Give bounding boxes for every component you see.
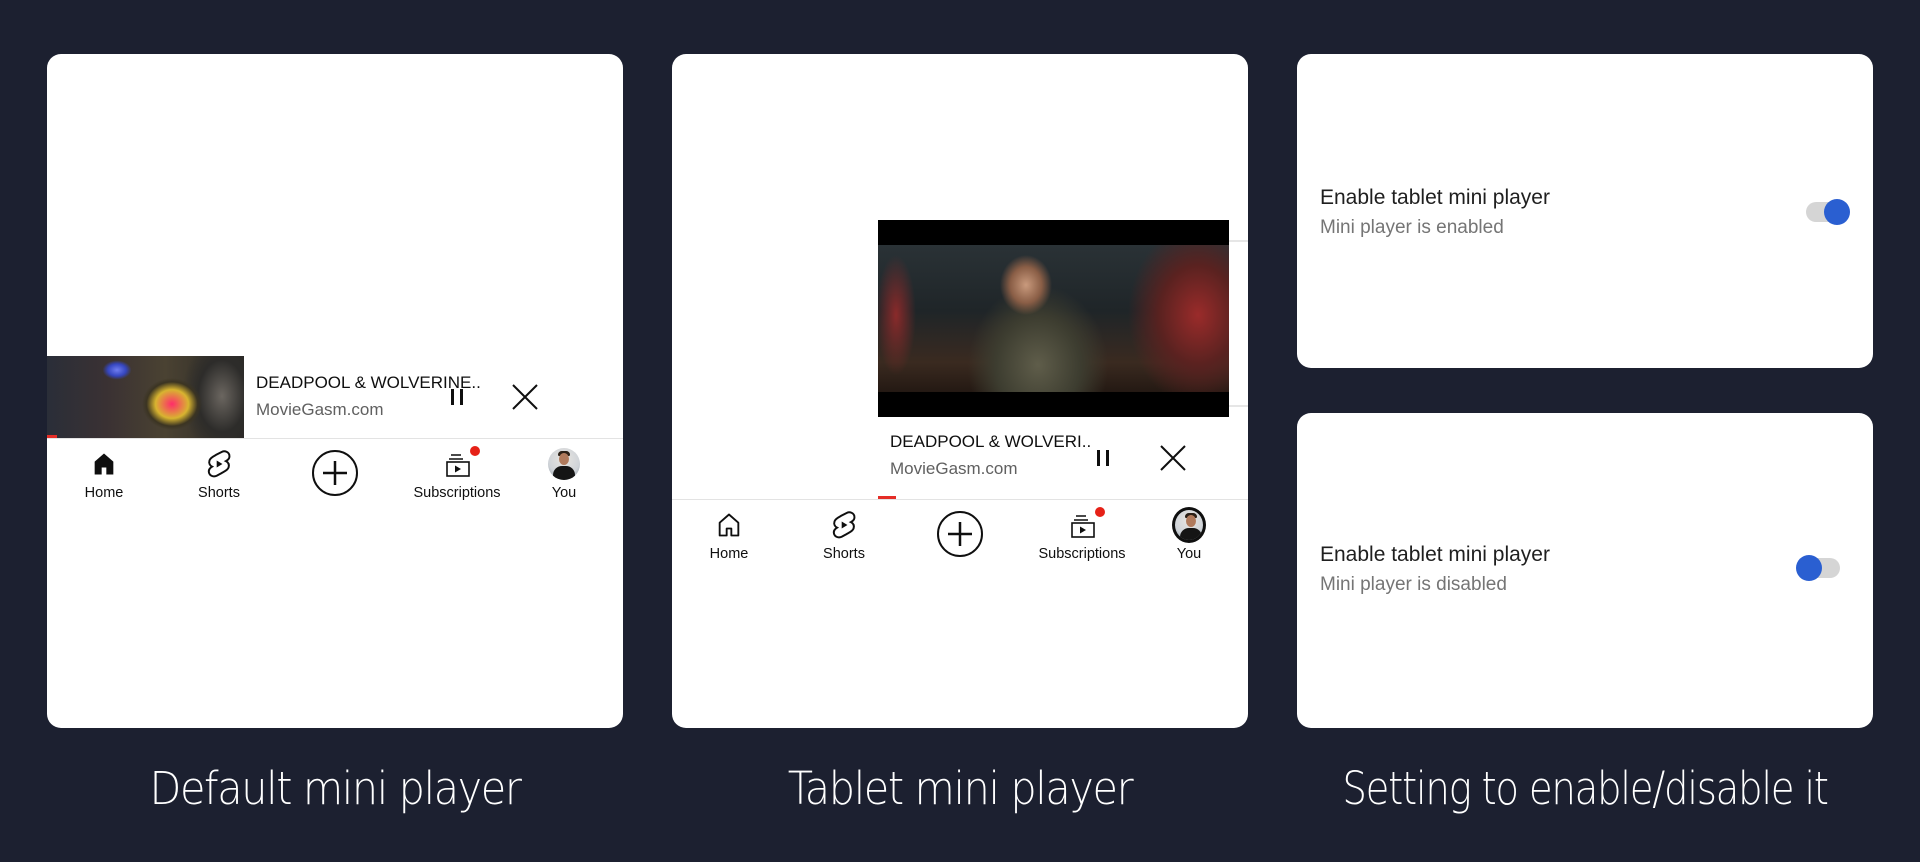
nav-subscriptions[interactable]: Subscriptions <box>1020 500 1144 570</box>
nav-create[interactable] <box>280 439 390 509</box>
nav-shorts[interactable]: Shorts <box>789 500 899 570</box>
default-mini-player-panel: DEADPOOL & WOLVERINE.. MovieGasm.com Hom… <box>47 54 623 728</box>
close-icon <box>1160 445 1186 471</box>
setting-card-enabled: Enable tablet mini player Mini player is… <box>1297 54 1873 368</box>
setting-subtitle: Mini player is disabled <box>1320 574 1507 595</box>
pause-icon <box>1097 450 1109 466</box>
subscriptions-icon <box>446 454 470 477</box>
caption-default: Default mini player <box>149 762 521 815</box>
video-thumbnail[interactable] <box>47 356 244 438</box>
toggle-thumb <box>1796 555 1822 581</box>
shorts-icon <box>207 450 231 478</box>
channel-name: MovieGasm.com <box>256 400 384 419</box>
setting-subtitle: Mini player is enabled <box>1320 217 1504 238</box>
nav-label: You <box>1176 546 1202 562</box>
nav-create[interactable] <box>905 500 1015 570</box>
nav-label: Subscriptions <box>413 485 501 501</box>
mini-player-toggle[interactable] <box>1804 199 1850 225</box>
pause-button[interactable] <box>437 377 477 417</box>
setting-title: Enable tablet mini player <box>1320 543 1550 566</box>
nav-label: Shorts <box>823 546 865 562</box>
close-icon <box>512 384 538 410</box>
nav-home[interactable]: Home <box>49 439 159 509</box>
channel-name: MovieGasm.com <box>890 459 1018 478</box>
nav-label: You <box>551 485 577 501</box>
nav-subscriptions[interactable]: Subscriptions <box>395 439 519 509</box>
avatar <box>1172 507 1206 543</box>
video-title[interactable]: DEADPOOL & WOLVERI.. <box>890 432 1091 452</box>
nav-you[interactable]: You <box>1134 500 1244 570</box>
nav-label: Shorts <box>198 485 240 501</box>
shorts-icon <box>832 511 856 539</box>
setting-card-disabled: Enable tablet mini player Mini player is… <box>1297 413 1873 728</box>
nav-label: Subscriptions <box>1038 546 1126 562</box>
caption-setting: Setting to enable/disable it <box>1342 762 1829 815</box>
close-button[interactable] <box>505 377 545 417</box>
avatar <box>548 448 580 480</box>
create-plus-icon <box>937 511 983 557</box>
bottom-nav: Home Shorts Subscriptions You <box>672 499 1248 570</box>
pause-button[interactable] <box>1083 438 1123 478</box>
nav-label: Home <box>84 485 124 501</box>
notification-badge <box>1095 507 1105 517</box>
bottom-nav: Home Shorts Subscriptions You <box>47 438 623 509</box>
caption-tablet: Tablet mini player <box>787 762 1134 815</box>
mini-player[interactable]: DEADPOOL & WOLVERINE.. MovieGasm.com <box>47 356 623 438</box>
nav-home[interactable]: Home <box>674 500 784 570</box>
video-player[interactable] <box>878 220 1229 417</box>
toggle-thumb <box>1824 199 1850 225</box>
create-plus-icon <box>312 450 358 496</box>
home-icon <box>718 513 740 537</box>
divider <box>1229 405 1248 407</box>
nav-shorts[interactable]: Shorts <box>164 439 274 509</box>
divider <box>1229 240 1248 242</box>
nav-you[interactable]: You <box>509 439 619 509</box>
pause-icon <box>451 389 463 405</box>
subscriptions-icon <box>1071 515 1095 538</box>
tablet-mini-player-panel: DEADPOOL & WOLVERI.. MovieGasm.com Home … <box>672 54 1248 728</box>
close-button[interactable] <box>1153 438 1193 478</box>
video-frame <box>878 245 1229 392</box>
setting-title: Enable tablet mini player <box>1320 186 1550 209</box>
mini-player-toggle[interactable] <box>1796 555 1842 581</box>
home-icon <box>94 453 114 475</box>
nav-label: Home <box>709 546 749 562</box>
notification-badge <box>470 446 480 456</box>
